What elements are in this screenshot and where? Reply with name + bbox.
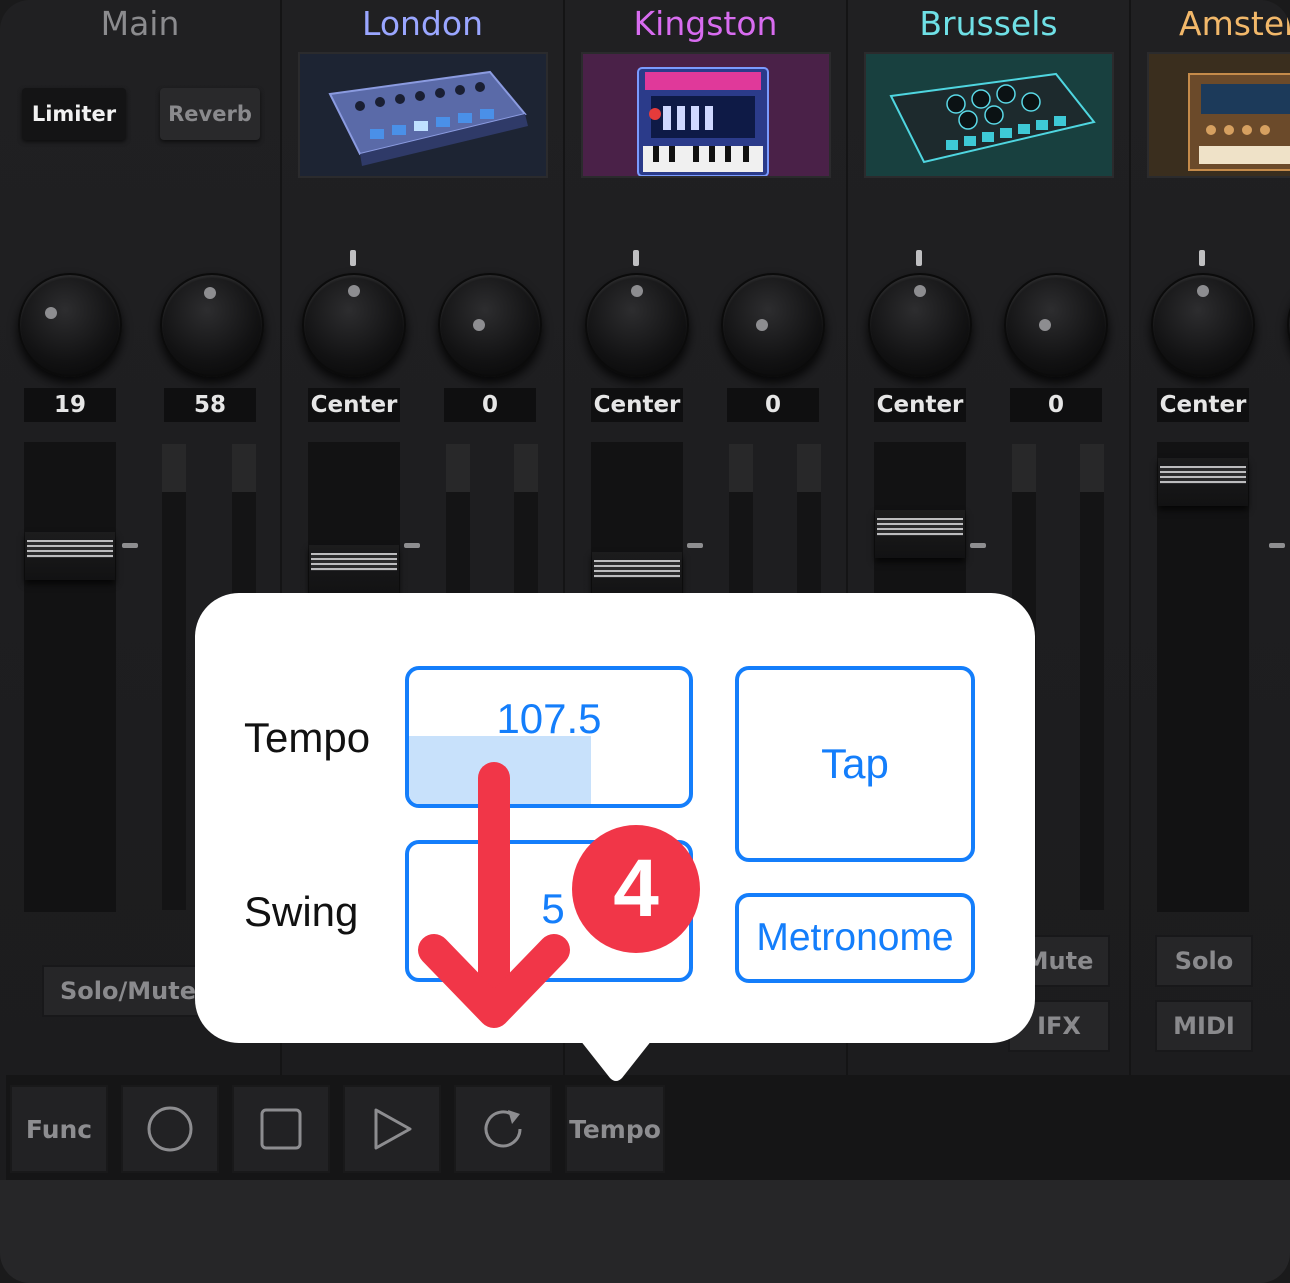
pan-center-tick — [350, 250, 356, 266]
amsterdam-solo-button[interactable]: Solo — [1155, 935, 1253, 987]
london-fader-cap[interactable] — [309, 545, 399, 593]
swipe-down-arrow-icon — [418, 762, 570, 1028]
london-pan-knob[interactable] — [302, 273, 406, 377]
synth-controller-icon — [889, 72, 1096, 164]
main-knob-2[interactable] — [160, 273, 264, 377]
brussels-send-value: 0 — [1010, 388, 1102, 422]
london-send-knob[interactable] — [438, 273, 542, 377]
kingston-send-knob[interactable] — [721, 273, 825, 377]
strip-title-kingston: Kingston — [633, 4, 778, 43]
london-pan-value: Center — [308, 388, 400, 422]
amsterdam-pan-value: Center — [1157, 388, 1249, 422]
brussels-pan-knob[interactable] — [868, 273, 972, 377]
swing-label: Swing — [244, 888, 359, 935]
main-knob-2-value: 58 — [164, 388, 256, 422]
knob-indicator — [204, 287, 216, 299]
brussels-meter-right — [1080, 444, 1104, 910]
fader-zero-mark — [970, 543, 986, 548]
knob-indicator — [348, 285, 360, 297]
knob-indicator — [473, 319, 485, 331]
main-knob-1[interactable] — [18, 273, 122, 377]
brussels-instrument-image[interactable] — [864, 52, 1114, 178]
strip-title-main: Main — [100, 4, 180, 43]
play-icon — [374, 1108, 412, 1150]
drum-machine-icon — [328, 70, 528, 166]
knob-indicator — [631, 285, 643, 297]
popover-pointer — [580, 1040, 652, 1081]
knob-indicator — [756, 319, 768, 331]
tempo-label: Tempo — [244, 714, 371, 761]
fader-zero-mark — [1269, 543, 1285, 548]
strip-title-amsterdam: Amster — [1179, 4, 1290, 43]
step-number-badge: 4 — [572, 825, 700, 953]
amsterdam-instrument-image[interactable] — [1147, 52, 1290, 178]
limiter-button[interactable]: Limiter — [22, 88, 126, 140]
knob-indicator — [45, 307, 57, 319]
amsterdam-midi-button[interactable]: MIDI — [1155, 1000, 1253, 1052]
fader-zero-mark — [687, 543, 703, 548]
stop-icon — [260, 1108, 302, 1150]
amsterdam-strip: Amster Center Solo MIDI — [1131, 0, 1290, 1075]
brussels-pan-value: Center — [874, 388, 966, 422]
knob-indicator — [1197, 285, 1209, 297]
fader-zero-mark — [404, 543, 420, 548]
london-send-value: 0 — [444, 388, 536, 422]
main-meter-left — [162, 444, 186, 910]
transport-bar: Func Tempo — [6, 1075, 1290, 1180]
main-fader-cap[interactable] — [25, 532, 115, 580]
loop-button[interactable] — [454, 1085, 552, 1173]
stop-button[interactable] — [232, 1085, 330, 1173]
strip-title-brussels: Brussels — [919, 4, 1058, 43]
brussels-send-knob[interactable] — [1004, 273, 1108, 377]
loop-icon — [484, 1110, 522, 1148]
tap-button[interactable]: Tap — [735, 666, 975, 862]
reverb-button[interactable]: Reverb — [160, 88, 260, 140]
kingston-pan-knob[interactable] — [585, 273, 689, 377]
tempo-button[interactable]: Tempo — [565, 1085, 665, 1173]
kingston-send-value: 0 — [727, 388, 819, 422]
amsterdam-fader-track[interactable] — [1157, 442, 1249, 912]
pan-center-tick — [1199, 250, 1205, 266]
record-icon — [147, 1106, 193, 1152]
london-instrument-image[interactable] — [298, 52, 548, 178]
amsterdam-fader-cap[interactable] — [1158, 458, 1248, 506]
knob-indicator — [914, 285, 926, 297]
arcade-synth-icon — [637, 67, 769, 176]
vintage-synth-icon — [1188, 73, 1290, 171]
kingston-pan-value: Center — [591, 388, 683, 422]
pan-center-tick — [916, 250, 922, 266]
main-fader-track[interactable] — [24, 442, 116, 912]
kingston-instrument-image[interactable] — [581, 52, 831, 178]
strip-title-london: London — [362, 4, 483, 43]
fader-zero-mark — [122, 543, 138, 548]
tempo-value: 107.5 — [496, 695, 602, 742]
pan-center-tick — [633, 250, 639, 266]
main-knob-1-value: 19 — [24, 388, 116, 422]
record-button[interactable] — [121, 1085, 219, 1173]
knob-indicator — [1039, 319, 1051, 331]
func-button[interactable]: Func — [10, 1085, 108, 1173]
mixer-screen: Main Limiter Reverb 19 58 Solo/Mute C Lo… — [0, 0, 1290, 1283]
brussels-fader-cap[interactable] — [875, 510, 965, 558]
bottom-bar — [0, 1180, 1290, 1283]
metronome-button[interactable]: Metronome — [735, 893, 975, 983]
amsterdam-pan-knob[interactable] — [1151, 273, 1255, 377]
play-button[interactable] — [343, 1085, 441, 1173]
